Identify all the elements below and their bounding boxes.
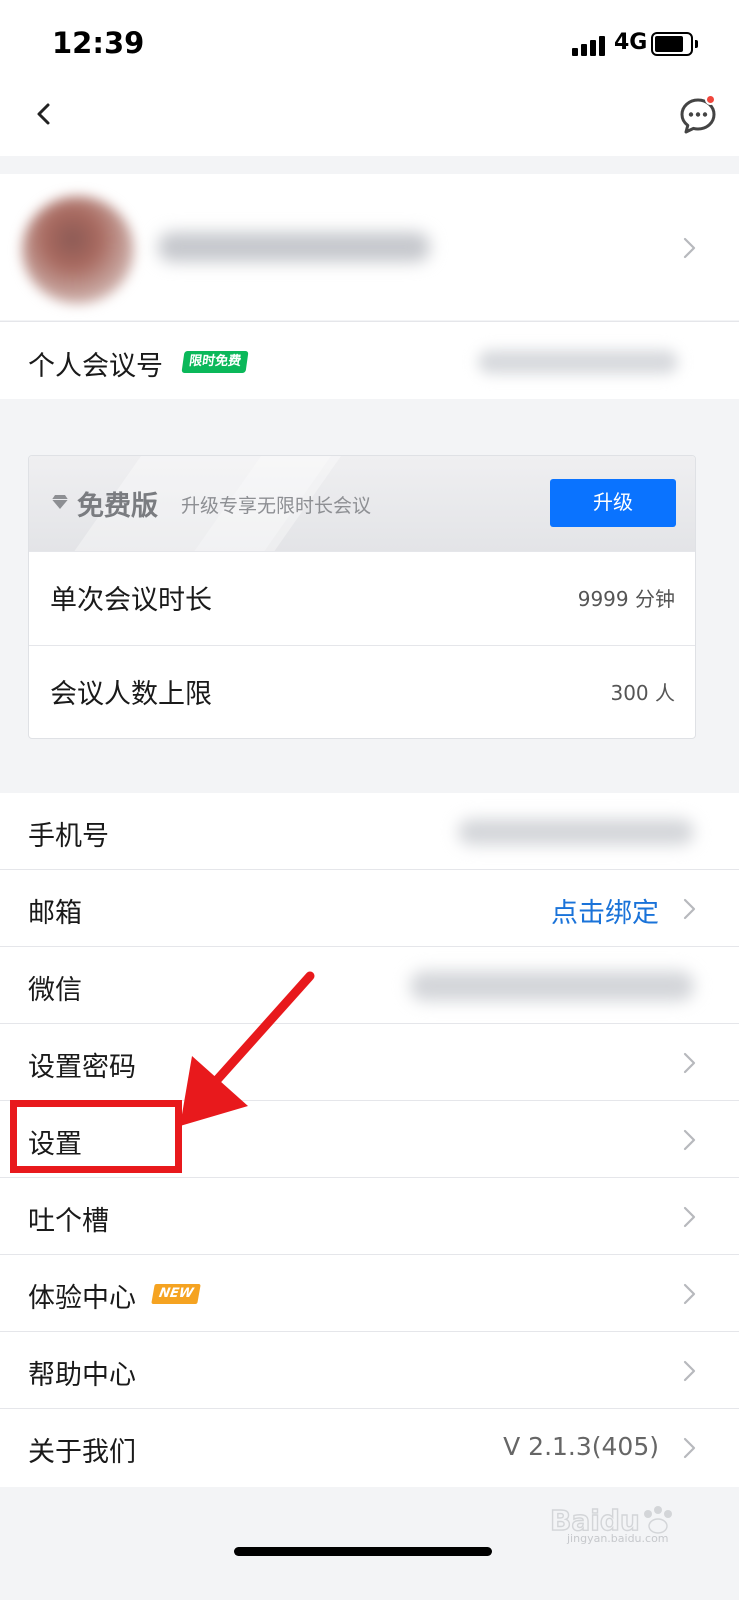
- status-bar: 12:39 4G: [0, 0, 739, 80]
- meeting-id-redacted: [478, 350, 678, 374]
- plan-row-duration: 单次会议时长 9999 分钟: [29, 551, 695, 645]
- annotation-highlight-box: [10, 1100, 182, 1173]
- plan-row-participants: 会议人数上限 300 人: [29, 645, 695, 738]
- chevron-right-icon: [683, 898, 696, 920]
- signal-icon: [572, 34, 608, 56]
- list-item-set-password[interactable]: 设置密码: [0, 1024, 739, 1101]
- plan-description: 升级专享无限时长会议: [181, 495, 372, 517]
- notification-dot: [705, 94, 716, 105]
- list-item-feedback[interactable]: 吐个槽: [0, 1178, 739, 1255]
- wechat-redacted: [410, 971, 694, 1001]
- chevron-left-icon[interactable]: [28, 96, 64, 132]
- status-time: 12:39: [52, 26, 145, 60]
- list-item-label: 帮助中心: [28, 1360, 136, 1391]
- list-item-label: 关于我们: [28, 1437, 136, 1468]
- plan-name: 免费版: [77, 491, 158, 522]
- avatar: [22, 196, 134, 304]
- list-item-label: 吐个槽: [28, 1206, 109, 1237]
- plan-header: 免费版 升级专享无限时长会议 升级: [29, 456, 695, 551]
- chevron-right-icon: [683, 1437, 696, 1459]
- battery-icon: [651, 32, 693, 56]
- plan-card: 免费版 升级专享无限时长会议 升级 单次会议时长 9999 分钟 会议人数上限 …: [28, 455, 696, 739]
- user-name-redacted: [158, 232, 430, 262]
- chevron-right-icon: [683, 1360, 696, 1382]
- bind-email-link[interactable]: 点击绑定: [551, 891, 659, 930]
- network-label: 4G: [614, 30, 648, 55]
- list-item-help-center[interactable]: 帮助中心: [0, 1332, 739, 1409]
- version-text: V 2.1.3(405): [503, 1432, 659, 1461]
- watermark-text: jingyan.baidu.com: [567, 1532, 669, 1545]
- plan-row-value: 300 人: [610, 681, 675, 705]
- new-badge: NEW: [151, 1284, 201, 1304]
- list-item-label: 邮箱: [28, 898, 82, 929]
- diamond-icon: [52, 495, 68, 509]
- plan-row-label: 会议人数上限: [50, 679, 212, 710]
- annotation-arrow: [180, 971, 315, 1126]
- meeting-id-label: 个人会议号: [28, 351, 163, 382]
- list-item-email[interactable]: 邮箱 点击绑定: [0, 870, 739, 947]
- battery-cap: [695, 40, 698, 48]
- upgrade-button[interactable]: 升级: [550, 479, 676, 527]
- list-item-label: 设置密码: [28, 1052, 136, 1083]
- phone-redacted: [458, 819, 694, 845]
- chevron-right-icon: [683, 1206, 696, 1228]
- free-badge: 限时免费: [181, 351, 249, 373]
- list-item-wechat[interactable]: 微信: [0, 947, 739, 1024]
- plan-row-label: 单次会议时长: [50, 585, 212, 616]
- list-item-about[interactable]: 关于我们 V 2.1.3(405): [0, 1409, 739, 1486]
- nav-bar: [0, 80, 739, 156]
- profile-card[interactable]: [0, 174, 739, 320]
- list-item-experience-center[interactable]: 体验中心 NEW: [0, 1255, 739, 1332]
- chevron-right-icon: [683, 237, 696, 259]
- personal-meeting-id-row[interactable]: 个人会议号 限时免费: [0, 321, 739, 399]
- list-item-label: 手机号: [28, 821, 109, 852]
- chevron-right-icon: [683, 1129, 696, 1151]
- home-indicator[interactable]: [234, 1547, 492, 1556]
- plan-row-value: 9999 分钟: [577, 587, 675, 611]
- chevron-right-icon: [683, 1283, 696, 1305]
- chevron-right-icon: [683, 1052, 696, 1074]
- list-item-phone[interactable]: 手机号: [0, 793, 739, 870]
- list-item-label: 微信: [28, 975, 82, 1006]
- list-item-label: 体验中心: [28, 1283, 136, 1314]
